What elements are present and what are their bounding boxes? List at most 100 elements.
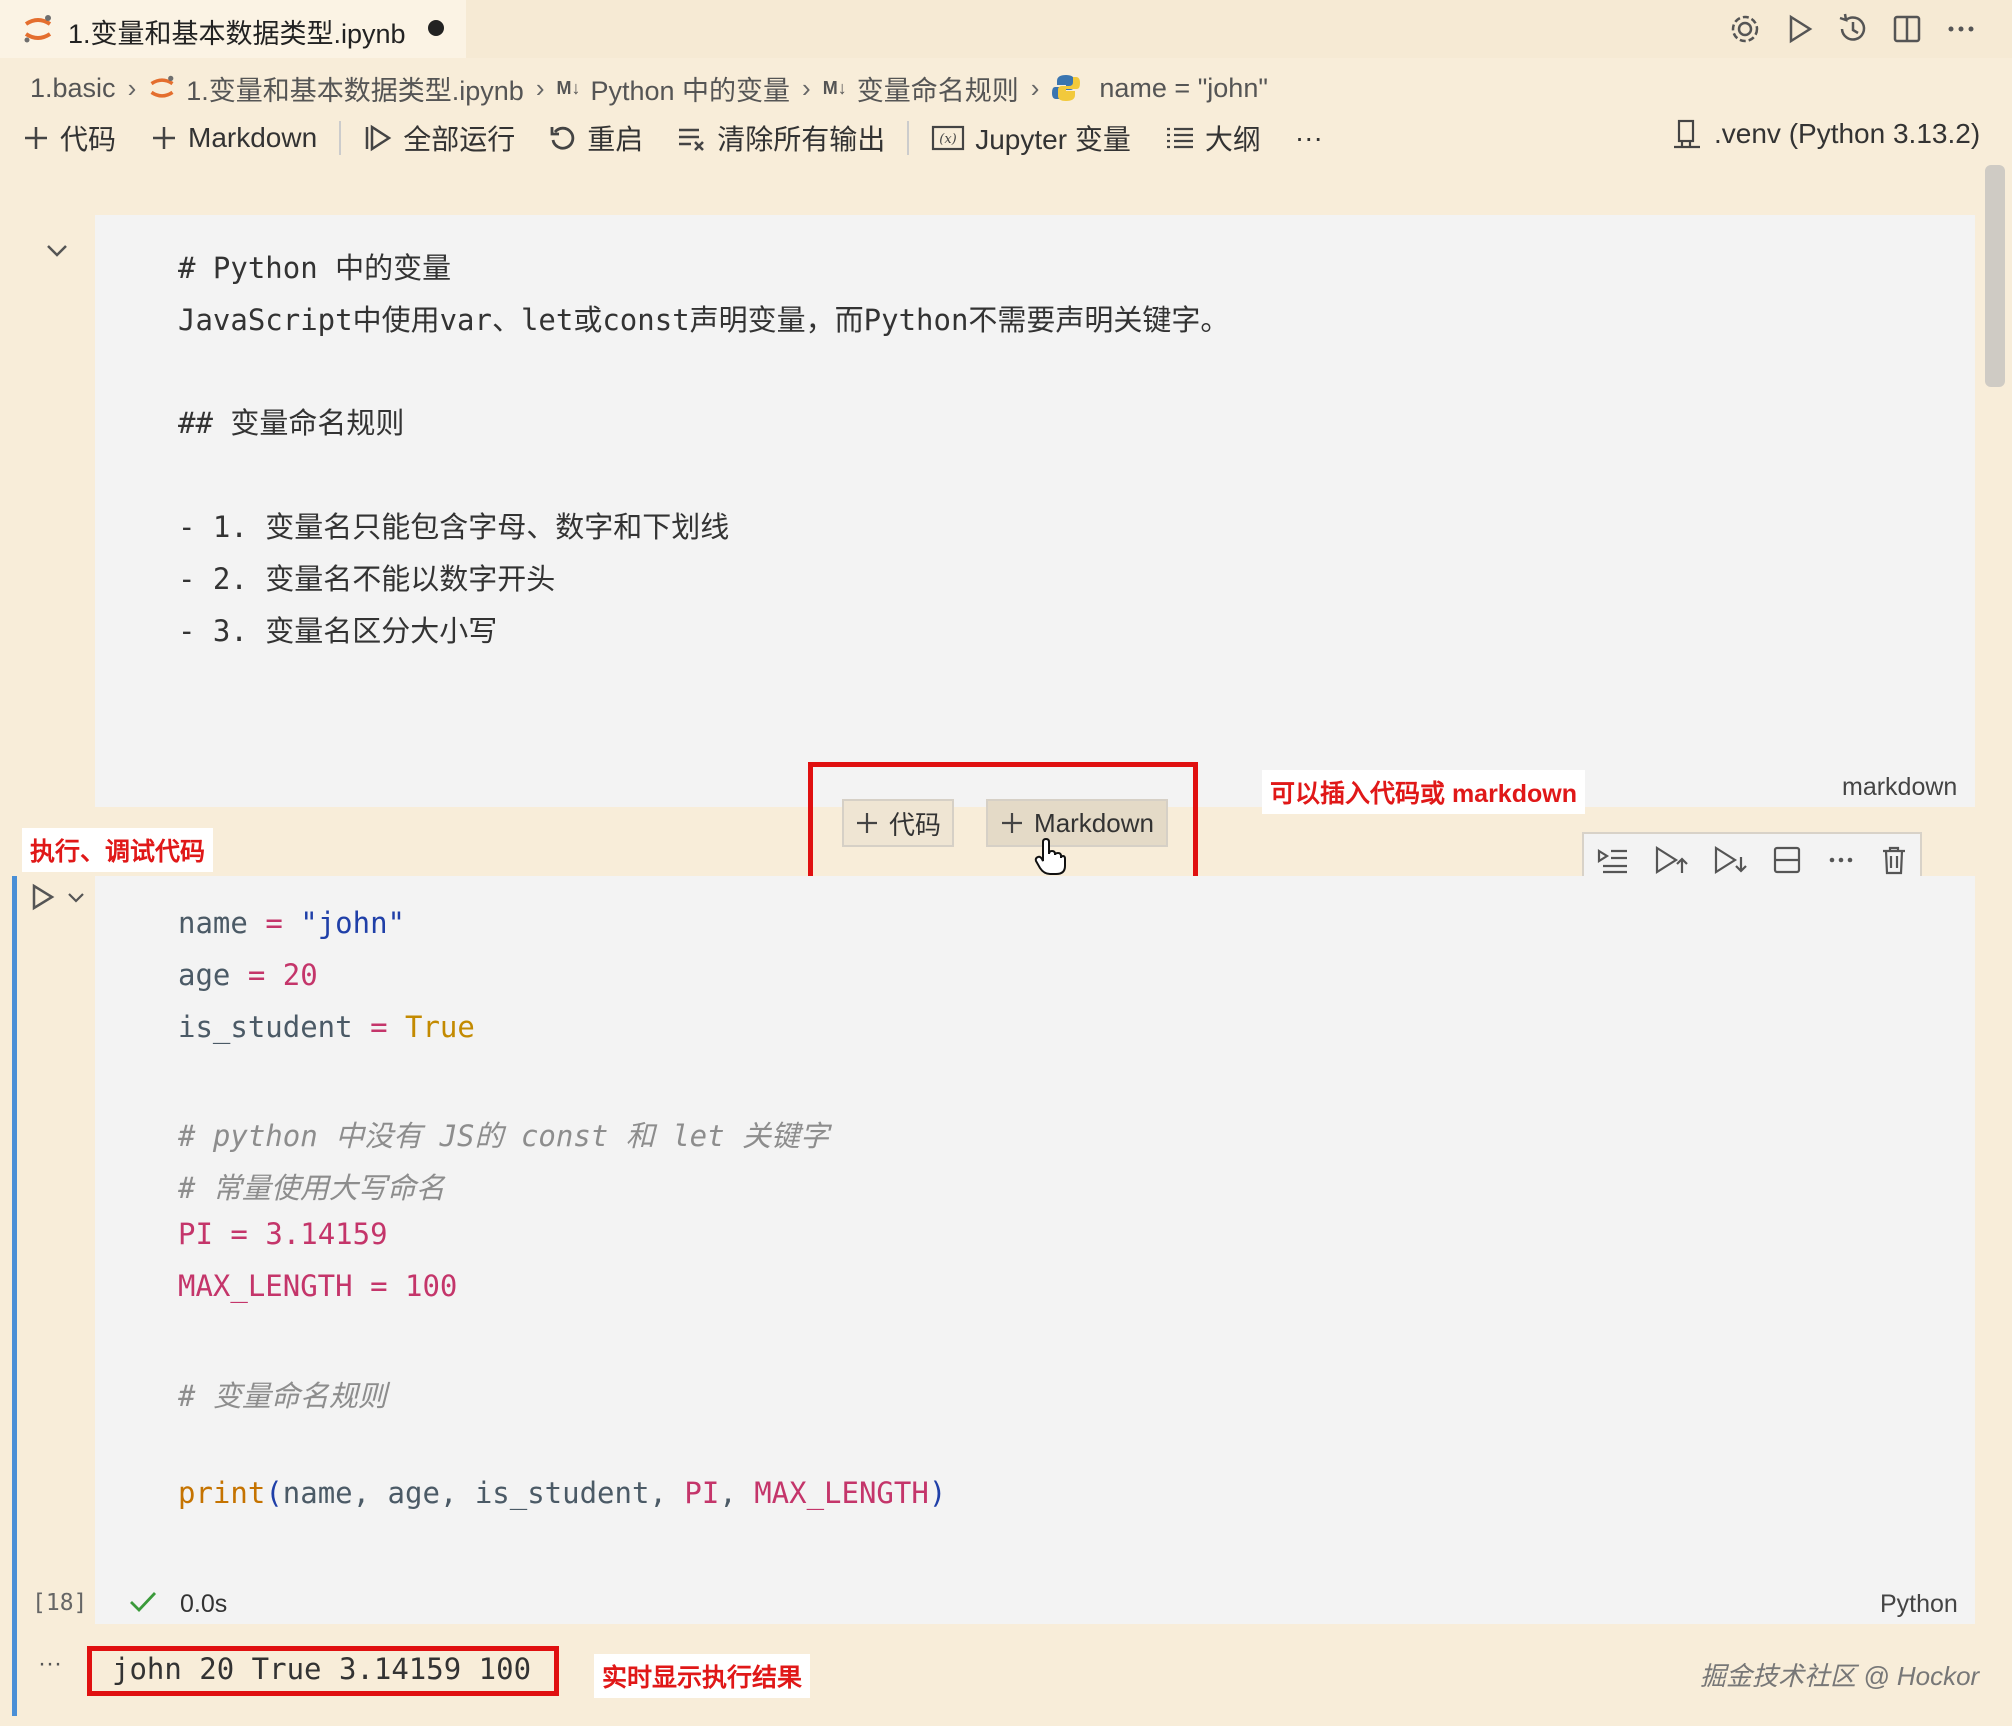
add-markdown-button[interactable]: Markdown xyxy=(150,122,317,154)
code-line: name = "john" xyxy=(178,906,405,940)
code-number: 20 xyxy=(282,958,318,992)
plus-icon xyxy=(22,124,50,152)
plus-icon xyxy=(855,811,879,835)
code-comment: # 常量使用大写命名 xyxy=(178,1171,445,1205)
clear-all-icon xyxy=(677,124,707,152)
split-cell-icon[interactable] xyxy=(1772,845,1802,875)
execution-duration: 0.0s xyxy=(180,1590,228,1618)
breadcrumb-file[interactable]: 1.变量和基本数据类型.ipynb xyxy=(186,69,524,108)
execution-count: [18] xyxy=(32,1590,88,1616)
variables-button[interactable]: (x) Jupyter 变量 xyxy=(931,118,1131,158)
python-icon xyxy=(1051,73,1081,103)
code-line: PI = 3.14159 xyxy=(178,1217,388,1251)
run-below-icon[interactable] xyxy=(1713,845,1747,875)
add-markdown-label: Markdown xyxy=(188,122,318,153)
code-line: MAX_LENGTH = 100 xyxy=(178,1269,457,1303)
run-all-button[interactable]: 全部运行 xyxy=(363,118,515,158)
code-args: name, age, is_student, xyxy=(282,1476,685,1510)
cell-output: john 20 True 3.14159 100 xyxy=(112,1652,532,1686)
code-operator: = xyxy=(247,958,266,992)
markdown-icon: M↓ xyxy=(822,77,847,98)
code-paren: ) xyxy=(928,1476,947,1510)
breadcrumb-symbol[interactable]: name = "john" xyxy=(1099,73,1268,104)
clear-outputs-label: 清除所有输出 xyxy=(717,124,886,155)
code-comma: , xyxy=(719,1476,755,1510)
markdown-icon: M↓ xyxy=(556,77,581,98)
code-identifier: is_student xyxy=(178,1010,353,1044)
chevron-down-icon[interactable] xyxy=(44,240,70,260)
unsaved-dot-icon[interactable] xyxy=(428,20,444,36)
code-function: print xyxy=(178,1476,266,1510)
cell-language-label[interactable]: markdown xyxy=(1842,773,1957,802)
run-by-line-icon[interactable] xyxy=(1597,846,1629,874)
editor-tab[interactable]: 1.变量和基本数据类型.ipynb xyxy=(0,0,466,58)
notebook-toolbar: 代码 Markdown 全部运行 重启 清除所有输出 (x) Jupyter 变… xyxy=(22,116,1357,160)
chevron-right-icon: › xyxy=(535,72,545,103)
outline-label: 大纲 xyxy=(1204,124,1261,155)
run-cell-icon[interactable] xyxy=(30,882,56,912)
breadcrumb-section-2[interactable]: 变量命名规则 xyxy=(857,69,1019,108)
kernel-label: .venv (Python 3.13.2) xyxy=(1714,118,1981,149)
toolbar-divider xyxy=(339,121,342,155)
variables-icon: (x) xyxy=(931,124,965,152)
toolbar-more-button[interactable]: ··· xyxy=(1295,122,1323,154)
code-operator: = xyxy=(370,1010,388,1044)
annotation-run: 执行、调试代码 xyxy=(22,828,214,872)
svg-text:(x): (x) xyxy=(939,132,956,147)
run-icon[interactable] xyxy=(1782,12,1816,46)
run-above-icon[interactable] xyxy=(1654,845,1688,875)
code-number: 3.14159 xyxy=(265,1217,388,1251)
plus-icon xyxy=(150,124,178,152)
add-code-label: 代码 xyxy=(60,124,117,155)
breadcrumb: 1.basic › 1.变量和基本数据类型.ipynb › M↓ Python … xyxy=(30,68,1268,108)
insert-markdown-button[interactable]: Markdown xyxy=(986,799,1168,847)
code-constant: MAX_LENGTH xyxy=(754,1476,929,1510)
jupyter-icon xyxy=(22,14,54,44)
run-all-label: 全部运行 xyxy=(403,124,516,155)
markdown-line: ## 变量命名规则 xyxy=(178,406,405,440)
insert-code-button[interactable]: 代码 xyxy=(842,799,954,847)
cell-language-label[interactable]: Python xyxy=(1880,1590,1958,1619)
split-editor-icon[interactable] xyxy=(1890,12,1924,46)
chevron-down-icon[interactable] xyxy=(66,890,86,906)
watermark: 掘金技术社区 @ Hockor xyxy=(1700,1661,1980,1691)
code-constant: MAX_LENGTH xyxy=(178,1269,353,1303)
outline-icon xyxy=(1165,124,1195,152)
code-string: "john" xyxy=(300,906,406,940)
plus-icon xyxy=(1000,811,1024,835)
code-operator: = xyxy=(370,1269,388,1303)
clear-outputs-button[interactable]: 清除所有输出 xyxy=(677,118,885,158)
trash-icon[interactable] xyxy=(1880,845,1908,875)
annotation-output: 实时显示执行结果 xyxy=(594,1654,811,1698)
markdown-line: JavaScript中使用var、let或const声明变量，而Python不需… xyxy=(178,303,1230,337)
markdown-line: # Python 中的变量 xyxy=(178,251,452,285)
code-comment: # python 中没有 JS的 const 和 let 关键字 xyxy=(178,1119,830,1153)
markdown-line: - 3. 变量名区分大小写 xyxy=(178,614,498,648)
gear-icon[interactable] xyxy=(1728,12,1762,46)
kernel-picker[interactable]: .venv (Python 3.13.2) xyxy=(1672,118,1980,150)
code-line: age = 20 xyxy=(178,958,318,992)
code-identifier: age xyxy=(178,958,231,992)
add-code-button[interactable]: 代码 xyxy=(22,118,116,158)
chevron-right-icon: › xyxy=(1030,72,1040,103)
breadcrumb-section-1[interactable]: Python 中的变量 xyxy=(590,69,790,108)
more-label: ··· xyxy=(1294,122,1323,153)
code-constant: PI xyxy=(684,1476,720,1510)
tab-title: 1.变量和基本数据类型.ipynb xyxy=(68,19,406,49)
cell-more-icon[interactable] xyxy=(1827,846,1855,874)
kernel-icon xyxy=(1672,118,1702,150)
chevron-right-icon: › xyxy=(127,72,137,103)
breadcrumb-folder[interactable]: 1.basic xyxy=(30,73,116,104)
vertical-scrollbar[interactable] xyxy=(1985,165,2005,387)
code-constant: PI xyxy=(178,1217,213,1251)
outline-button[interactable]: 大纲 xyxy=(1165,118,1261,158)
output-more-button[interactable]: ··· xyxy=(38,1650,62,1678)
more-icon[interactable] xyxy=(1944,12,1978,46)
restart-label: 重启 xyxy=(587,124,644,155)
insert-code-label: 代码 xyxy=(888,809,941,840)
restart-button[interactable]: 重启 xyxy=(549,118,643,158)
toolbar-divider xyxy=(907,121,910,155)
history-icon[interactable] xyxy=(1836,12,1870,46)
jupyter-icon xyxy=(148,74,176,102)
cell-focus-indicator xyxy=(12,876,17,1716)
